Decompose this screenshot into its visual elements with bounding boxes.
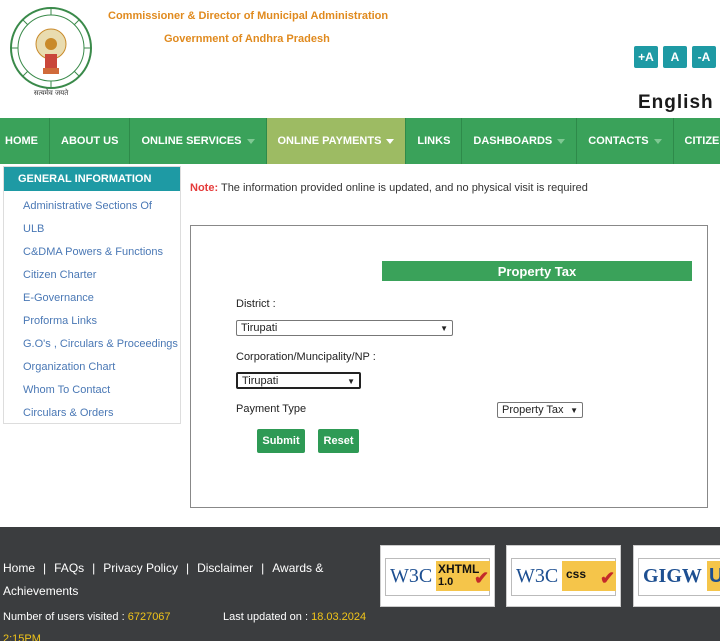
sidebar-item-gos-circulars[interactable]: G.O's , Circulars & Proceedings — [23, 333, 180, 356]
sidebar-list: Administrative Sections Of ULB C&DMA Pow… — [4, 191, 180, 425]
visitor-counter-label: Number of users visited : — [3, 611, 125, 623]
nav-links[interactable]: LINKS — [406, 118, 463, 164]
sidebar-item-proforma-links[interactable]: Proforma Links — [23, 310, 180, 333]
checkmark-icon: ✔ — [474, 568, 490, 588]
nav-label: DASHBOARDS — [473, 135, 553, 147]
last-updated: Last updated on : 18.03.2024 — [223, 611, 366, 623]
font-normal-button[interactable]: A — [663, 46, 687, 68]
language-toggle[interactable]: English — [638, 92, 714, 114]
chevron-down-icon: ▼ — [570, 406, 578, 415]
caret-down-icon — [246, 138, 255, 144]
font-size-controls: +A A -A — [634, 46, 716, 68]
sidebar-item-circulars-orders[interactable]: Circulars & Orders — [23, 402, 180, 425]
payment-type-label: Payment Type — [236, 403, 307, 415]
gigw-badge[interactable]: GIGW U — [633, 545, 720, 607]
corporation-select[interactable]: Tirupati ▼ — [236, 372, 361, 389]
font-decrease-button[interactable]: -A — [692, 46, 716, 68]
nav-label: ABOUT US — [61, 135, 119, 147]
emblem-motto: सत्यमेव जयते — [34, 88, 69, 97]
district-select[interactable]: Tirupati ▼ — [236, 320, 453, 336]
sidebar-item-powers-functions[interactable]: C&DMA Powers & Functions — [23, 241, 180, 264]
separator: | — [92, 561, 96, 575]
footer-link-awards[interactable]: Awards & — [272, 561, 323, 575]
sidebar-item-ulb[interactable]: ULB — [23, 218, 180, 241]
visitor-counter: Number of users visited : 6727067 — [3, 611, 171, 623]
notice-label: Note: — [190, 182, 219, 194]
chevron-down-icon: ▼ — [440, 324, 448, 333]
sidebar: GENERAL INFORMATION Administrative Secti… — [3, 166, 181, 424]
org-title: Commissioner & Director of Municipal Adm… — [108, 10, 389, 22]
badge-frame: W3C css ✔ — [511, 558, 616, 596]
submit-button[interactable]: Submit — [257, 429, 305, 453]
nav-label: ONLINE PAYMENTS — [277, 135, 382, 147]
footer-link-home[interactable]: Home — [3, 561, 35, 575]
chevron-down-icon: ▼ — [347, 377, 355, 386]
sidebar-item-organization-chart[interactable]: Organization Chart — [23, 356, 180, 379]
badge-label: U — [709, 565, 720, 587]
notice-text: Note: The information provided online is… — [190, 182, 588, 194]
footer-link-achievements[interactable]: Achievements — [3, 584, 78, 598]
nav-label: CITIZEN L — [684, 135, 720, 147]
separator: | — [185, 561, 190, 575]
form-title: Property Tax — [382, 261, 692, 281]
w3c-css-badge[interactable]: W3C css ✔ — [506, 545, 621, 607]
nav-online-payments[interactable]: ONLINE PAYMENTS — [266, 118, 407, 164]
separator: | — [43, 561, 47, 575]
w3c-xhtml-badge[interactable]: W3C XHTML 1.0 ✔ — [380, 545, 495, 607]
font-increase-button[interactable]: +A — [634, 46, 658, 68]
badge-frame: W3C XHTML 1.0 ✔ — [385, 558, 490, 596]
andhra-pradesh-emblem-logo: सत्यमेव जयते — [10, 7, 92, 97]
nav-contacts[interactable]: CONTACTS — [577, 118, 674, 164]
footer-link-faqs[interactable]: FAQs — [54, 561, 84, 575]
nav-about-us[interactable]: ABOUT US — [50, 118, 131, 164]
nav-home[interactable]: HOME — [0, 118, 50, 164]
sidebar-item-whom-to-contact[interactable]: Whom To Contact — [23, 379, 180, 402]
footer-links: Home | FAQs | Privacy Policy | Disclaimer | Awar… — [3, 557, 363, 603]
nav-citizen[interactable]: CITIZEN L — [674, 118, 720, 164]
last-updated-date: 18.03.2024 — [311, 611, 367, 623]
nav-dashboards[interactable]: DASHBOARDS — [462, 118, 578, 164]
caret-down-icon — [653, 138, 662, 144]
nav-online-services[interactable]: ONLINE SERVICES — [130, 118, 267, 164]
nav-label: LINKS — [417, 135, 451, 147]
caret-down-icon — [386, 138, 395, 144]
payment-type-select[interactable]: Property Tax ▼ — [497, 402, 583, 418]
main-nav: HOME ABOUT US ONLINE SERVICES ONLINE PAY… — [0, 118, 720, 164]
footer-link-privacy-policy[interactable]: Privacy Policy — [103, 561, 178, 575]
org-subtitle: Government of Andhra Pradesh — [164, 33, 330, 45]
badge-version: 1.0 — [438, 576, 454, 588]
badge-brand: W3C — [390, 565, 433, 587]
footer-link-disclaimer[interactable]: Disclaimer — [197, 561, 253, 575]
last-updated-label: Last updated on : — [223, 611, 309, 623]
corporation-select-value: Tirupati — [242, 374, 279, 387]
caret-down-icon — [557, 138, 566, 144]
sidebar-heading: GENERAL INFORMATION — [4, 167, 180, 191]
nav-label: CONTACTS — [588, 135, 649, 147]
property-tax-form: Property Tax District : Tirupati ▼ Corpo… — [190, 225, 708, 508]
checkmark-icon: ✔ — [600, 568, 616, 588]
nav-label: ONLINE SERVICES — [141, 135, 242, 147]
separator: | — [261, 561, 265, 575]
badge-brand: W3C — [516, 565, 559, 587]
site-header: सत्यमेव जयते Commissioner & Director of … — [0, 0, 720, 118]
notice-message: The information provided online is updat… — [220, 182, 588, 194]
sidebar-item-administrative-sections[interactable]: Administrative Sections Of — [23, 195, 180, 218]
district-select-value: Tirupati — [241, 322, 278, 334]
badge-brand: GIGW — [643, 565, 702, 587]
nav-label: HOME — [5, 135, 38, 147]
sidebar-item-citizen-charter[interactable]: Citizen Charter — [23, 264, 180, 287]
reset-button[interactable]: Reset — [318, 429, 359, 453]
badge-label: css — [566, 567, 587, 581]
last-updated-time: 2:15PM — [3, 633, 41, 641]
badge-frame: GIGW U — [638, 558, 720, 596]
visitor-counter-value: 6727067 — [127, 611, 171, 623]
district-label: District : — [236, 298, 276, 310]
corporation-label: Corporation/Muncipality/NP : — [236, 351, 376, 363]
sidebar-item-e-governance[interactable]: E-Governance — [23, 287, 180, 310]
payment-type-select-value: Property Tax — [502, 404, 564, 416]
site-footer: Home | FAQs | Privacy Policy | Disclaimer | Awar… — [0, 527, 720, 641]
